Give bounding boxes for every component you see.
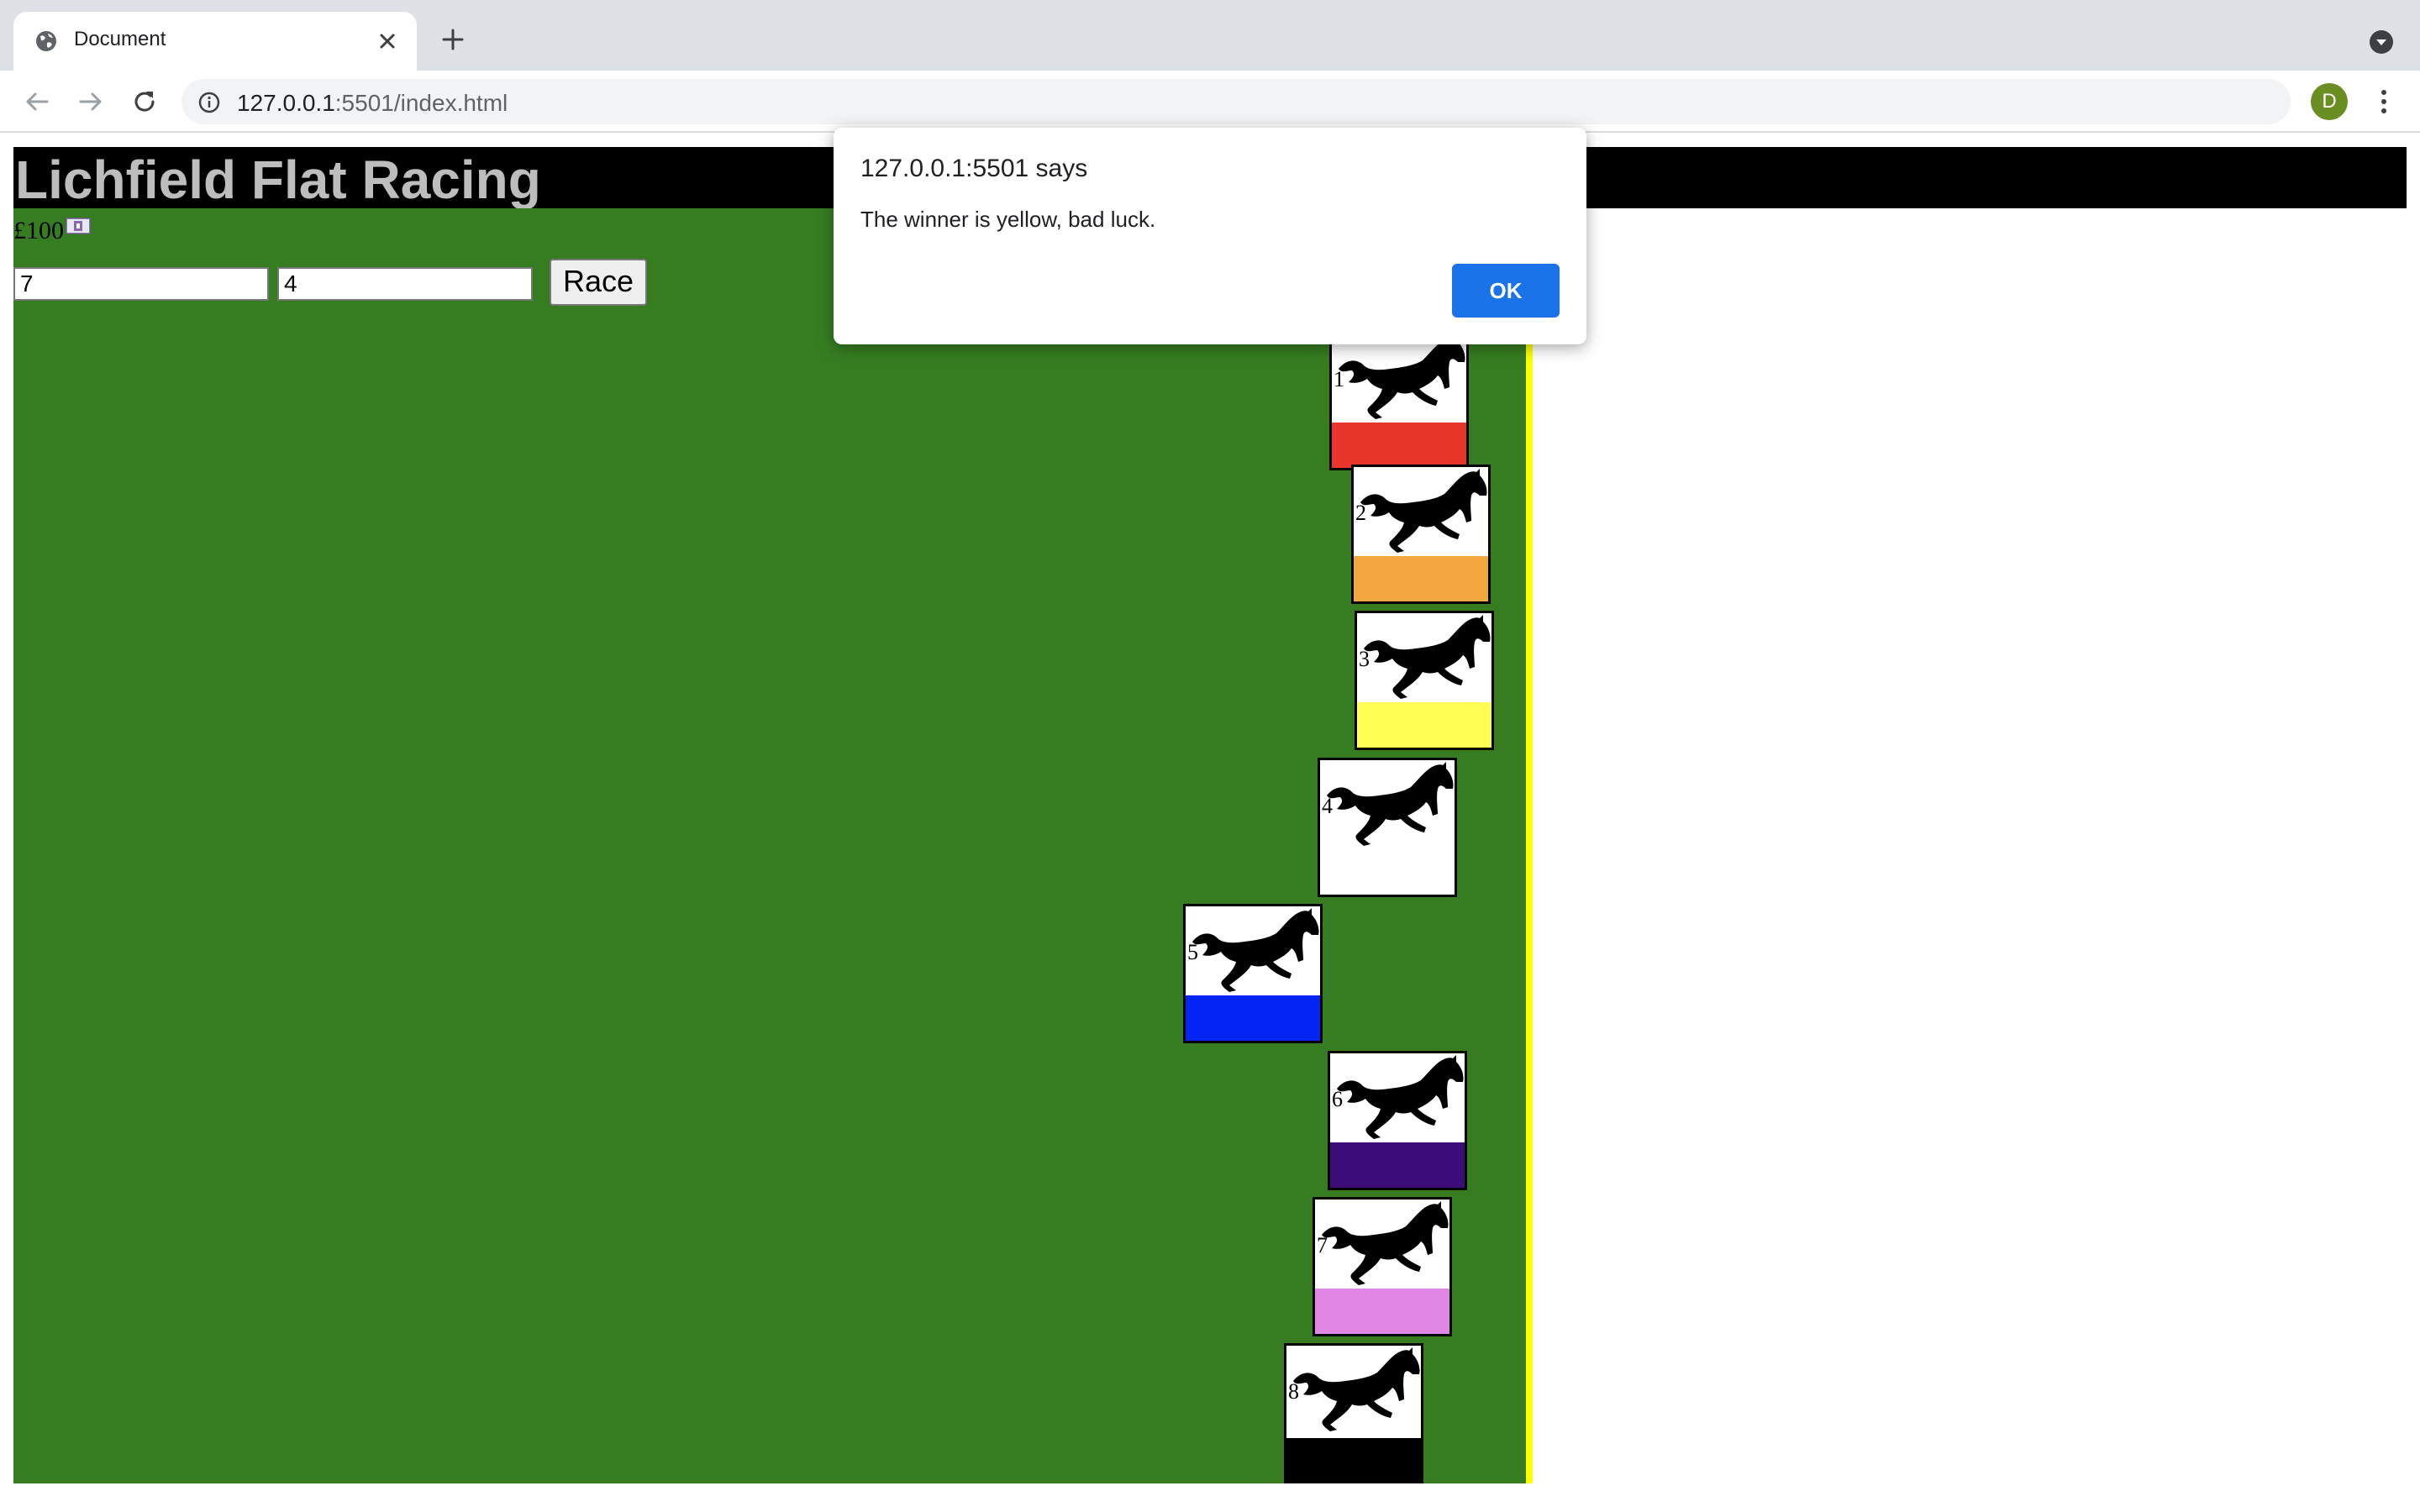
- race-button[interactable]: Race: [550, 259, 647, 306]
- horse-color-stripe: [1357, 702, 1491, 748]
- horse-silhouette-icon: [1337, 1055, 1464, 1139]
- horse-number: 4: [1322, 794, 1333, 818]
- url-host: 127.0.0.1: [237, 90, 335, 116]
- horse-number: 3: [1359, 647, 1370, 671]
- dialog-title: 127.0.0.1:5501 says: [860, 155, 1088, 182]
- browser-tab[interactable]: Document: [13, 12, 417, 71]
- ok-button[interactable]: OK: [1452, 264, 1560, 318]
- forward-icon[interactable]: [74, 85, 108, 118]
- dialog-message: The winner is yellow, bad luck.: [860, 207, 1156, 232]
- horse-color-stripe: [1330, 1142, 1465, 1188]
- bet-amount-input[interactable]: [277, 267, 533, 301]
- globe-icon: [36, 31, 56, 51]
- horse-color-stripe: [1286, 1438, 1421, 1483]
- address-bar[interactable]: 127.0.0.1:5501/index.html: [182, 79, 2291, 124]
- horse-number-input[interactable]: [13, 267, 269, 301]
- browser-tabstrip: Document: [0, 0, 2420, 71]
- horse-number: 1: [1334, 367, 1344, 391]
- finish-line: [1526, 208, 1533, 1483]
- browser-toolbar: 127.0.0.1:5501/index.html D: [0, 71, 2420, 133]
- horse-silhouette-icon: [1364, 615, 1491, 699]
- horse-2: 2: [1351, 465, 1491, 604]
- race-track: [13, 208, 1526, 1483]
- profile-avatar[interactable]: D: [2311, 83, 2348, 120]
- reload-icon[interactable]: [128, 85, 161, 118]
- horse-4: 4: [1318, 758, 1457, 897]
- horse-silhouette-icon: [1322, 1201, 1449, 1285]
- url-path: :5501/index.html: [334, 90, 508, 116]
- horse-silhouette-icon: [1293, 1347, 1420, 1431]
- tab-title: Document: [74, 28, 166, 50]
- back-icon[interactable]: [20, 85, 54, 118]
- balance-amount: £100: [13, 217, 64, 244]
- horse-color-stripe: [1332, 423, 1466, 468]
- horse-color-stripe: [1315, 1289, 1449, 1334]
- page-title: Lichfield Flat Racing: [15, 150, 541, 210]
- horse-number: 2: [1355, 501, 1366, 525]
- horse-number: 6: [1332, 1087, 1343, 1111]
- horse-6: 6: [1328, 1051, 1467, 1190]
- horse-number: 5: [1187, 940, 1198, 964]
- horse-color-stripe: [1354, 556, 1488, 601]
- horse-8: 8: [1284, 1343, 1423, 1483]
- horse-5: 5: [1183, 904, 1323, 1043]
- horse-silhouette-icon: [1339, 335, 1465, 419]
- url-text: 127.0.0.1:5501/index.html: [237, 90, 508, 117]
- horse-number: 7: [1317, 1233, 1328, 1257]
- horse-silhouette-icon: [1360, 469, 1487, 553]
- money-icon: [66, 218, 91, 234]
- horse-silhouette-icon: [1327, 762, 1454, 846]
- horse-silhouette-icon: [1192, 908, 1319, 992]
- horse-number: 8: [1288, 1379, 1299, 1404]
- new-tab-icon[interactable]: [439, 25, 467, 54]
- horse-color-stripe: [1320, 849, 1455, 895]
- tab-search-icon[interactable]: [2368, 29, 2395, 55]
- balance-display: £100: [13, 217, 91, 245]
- alert-dialog: 127.0.0.1:5501 says The winner is yellow…: [834, 128, 1586, 344]
- horse-3: 3: [1355, 611, 1494, 750]
- close-icon[interactable]: [373, 27, 402, 55]
- info-icon[interactable]: [197, 90, 222, 115]
- horse-1: 1: [1329, 331, 1469, 470]
- horse-7: 7: [1313, 1197, 1452, 1336]
- more-menu-icon[interactable]: [2371, 85, 2396, 118]
- horse-color-stripe: [1186, 995, 1320, 1041]
